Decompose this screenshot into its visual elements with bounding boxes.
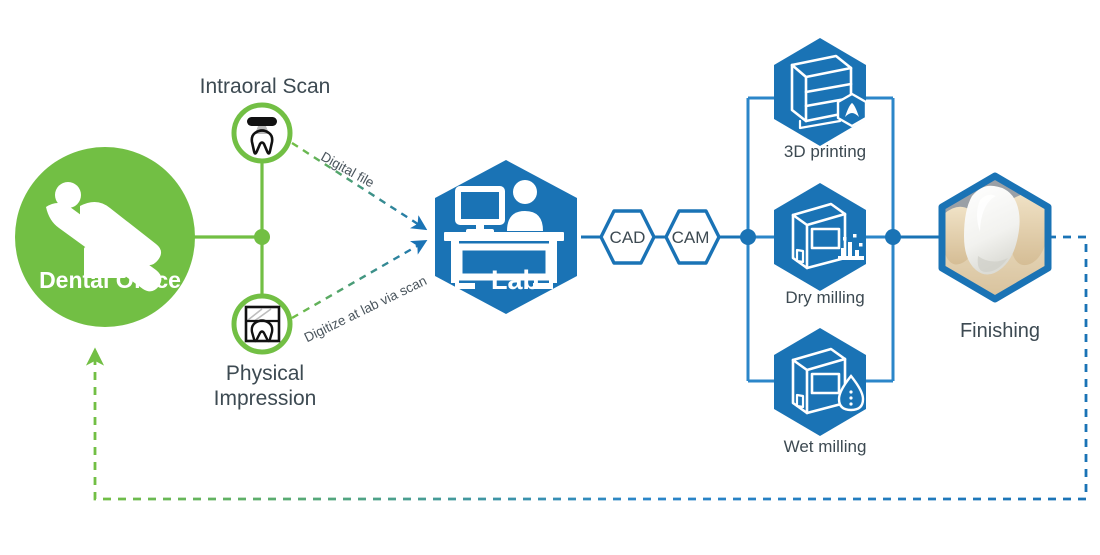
- junction-dot-blue-left: [740, 229, 756, 245]
- wet-milling-label: Wet milling: [783, 437, 867, 456]
- dry-milling-label: Dry milling: [785, 288, 865, 307]
- 3d-printing-label: 3D printing: [783, 142, 867, 161]
- finishing-label: Finishing: [959, 320, 1041, 342]
- node-3d-printing[interactable]: [774, 38, 868, 146]
- workflow-diagram: Dental Office Intraoral Scan Physical Im…: [0, 0, 1100, 555]
- resin-hexagon-badge-icon: [836, 92, 868, 128]
- dental-office-label: Dental Office: [39, 267, 181, 293]
- connector-digital-file: [291, 141, 428, 231]
- node-wet-milling[interactable]: [774, 328, 866, 436]
- node-dental-office[interactable]: [15, 147, 195, 327]
- physical-impression-label: Physical Impression: [213, 362, 317, 410]
- lab-label: Lab: [490, 265, 539, 295]
- cam-label: CAM: [671, 228, 710, 247]
- node-dry-milling[interactable]: [774, 183, 866, 291]
- junction-dot-green: [254, 229, 270, 245]
- node-intraoral-scan[interactable]: [231, 102, 293, 164]
- node-physical-impression[interactable]: [231, 293, 293, 355]
- node-finishing[interactable]: [938, 172, 1052, 303]
- intraoral-scan-label: Intraoral Scan: [199, 75, 331, 98]
